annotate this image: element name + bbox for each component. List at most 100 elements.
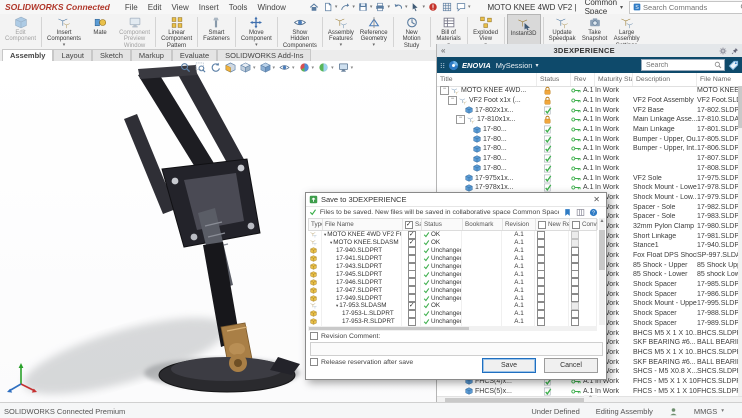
dialog-column-type[interactable]: Type [309,219,323,230]
save-checkbox[interactable] [408,255,416,263]
panel-column-description[interactable]: Description [633,73,697,86]
table-row[interactable]: 17-80...A.1In Work17-808.SLDPRT [437,164,742,174]
table-row[interactable]: 17-941.SLDPRTUnchangedA.1 [308,255,597,263]
ribbon-button-edit-component[interactable]: EditComponent [2,14,39,50]
table-row[interactable]: 17-949.SLDPRTUnchangedA.1 [308,294,597,302]
section-view-icon[interactable] [225,62,236,73]
ribbon-button-component-preview-window[interactable]: ComponentPreviewWindow [116,14,153,50]
edit-appearance-icon[interactable] [299,62,310,73]
tab-evaluate[interactable]: Evaluate [172,49,217,61]
table-row[interactable]: 17-953-L.SLDPRTUnchangedA.1 [308,310,597,318]
save-checkbox[interactable] [408,278,416,286]
new-revision-checkbox[interactable] [537,255,545,263]
pin-icon[interactable] [731,47,739,55]
tree-collapse-icon[interactable]: − [440,86,449,95]
save-checkbox[interactable] [408,318,416,326]
new-document-icon[interactable] [323,2,333,12]
column-checkbox[interactable] [538,221,546,229]
table-row[interactable]: 17-975x1x...A.1In WorkVF2 Sole17-975.SLD… [437,173,742,183]
view-orientation-caret-icon[interactable]: ▾ [253,65,256,71]
new-revision-checkbox[interactable] [537,302,545,310]
select-cursor-caret-icon[interactable]: ▾ [422,4,425,10]
apply-scene-icon[interactable] [318,62,329,73]
save-button[interactable]: Save [482,358,536,373]
zoom-fit-icon[interactable] [180,62,191,73]
dialog-column-save[interactable]: Save [403,219,422,230]
tab-assembly[interactable]: Assembly [2,49,53,61]
table-row[interactable]: 17-80...A.1In Work17-807.SLDPRT [437,154,742,164]
menu-tools[interactable]: Tools [224,3,253,12]
ribbon-button-show-hidden-components[interactable]: ShowHiddenComponents [280,14,320,50]
ribbon-button-reference-geometry[interactable]: ReferenceGeometry▾ [357,14,391,50]
home-icon[interactable] [309,2,319,12]
table-row[interactable]: polygon points="6,1 11,3.3 11,8.7 6,11 1… [308,239,597,247]
menu-edit[interactable]: Edit [143,3,167,12]
units-selector[interactable]: MMGS [694,407,717,416]
view-orientation-icon[interactable] [240,62,251,73]
tree-expanded-caret-icon[interactable]: ▾ [336,303,338,309]
dialog-close-icon[interactable]: ✕ [587,195,606,204]
dialog-column-bookmark[interactable]: Bookmark [463,219,503,230]
menu-insert[interactable]: Insert [194,3,224,12]
previous-view-icon[interactable] [210,62,221,73]
table-row[interactable]: 17-802x1x...A.1In WorkVF2 Base17-802.SLD… [437,105,742,115]
convert-checkbox[interactable] [571,278,579,286]
panel-column-file-name[interactable]: File Name [697,73,742,86]
dialog-column-revision[interactable]: Revision [503,219,536,230]
dialog-horizontal-scrollbar[interactable] [308,326,597,331]
dialog-vertical-scrollbar[interactable]: ▲ [599,218,605,325]
save-caret-icon[interactable]: ▾ [370,4,373,10]
tree-collapse-icon[interactable]: − [448,96,457,105]
panel-collapse-icon[interactable]: « [437,46,449,55]
save-checkbox[interactable] [408,231,416,239]
tag-icon[interactable] [728,60,739,71]
table-row[interactable]: 17-943.SLDPRTUnchangedA.1 [308,263,597,271]
panel-search-input[interactable] [644,61,714,70]
dropdown-caret-icon[interactable]: ▾ [255,43,258,48]
session-caret-icon[interactable]: ▾ [535,62,538,69]
panel-vertical-scrollbar[interactable] [738,86,742,396]
release-reservation-checkbox[interactable] [310,358,318,366]
chat-icon[interactable] [456,2,466,12]
convert-checkbox[interactable] [571,318,579,326]
new-revision-checkbox[interactable] [537,310,545,318]
revision-comment-textarea[interactable] [310,342,603,356]
display-style-caret-icon[interactable]: ▾ [273,65,276,71]
units-caret-icon[interactable]: ▾ [721,408,724,414]
new-revision-checkbox[interactable] [537,270,545,278]
panel-bottom-collapse-icon[interactable]: ⌃ [584,395,597,402]
save-checkbox[interactable] [408,302,416,310]
new-document-caret-icon[interactable]: ▾ [335,4,338,10]
dropdown-caret-icon[interactable]: ▾ [340,43,343,48]
command-search-input[interactable] [641,2,739,13]
hide-show-items-icon[interactable] [279,62,290,73]
ribbon-button-insert-components[interactable]: polygon points="6,1 11,3.3 11,8.7 6,11 1… [44,14,84,50]
session-selector[interactable]: MySession [496,61,533,70]
dialog-column-convert[interactable]: Convert [570,219,598,230]
table-row[interactable]: polygon points="6,1 11,3.3 11,8.7 6,11 1… [308,231,597,239]
dropdown-caret-icon[interactable]: ▾ [372,43,375,48]
new-revision-checkbox[interactable] [537,286,545,294]
undo-icon[interactable] [393,2,403,12]
table-row[interactable]: −polygon points="6,1 11,3.3 11,8.7 6,11 … [437,96,742,106]
menu-view[interactable]: View [167,3,194,12]
save-icon[interactable] [358,2,368,12]
display-style-icon[interactable] [260,62,271,73]
panel-column-title[interactable]: Title [437,73,537,86]
tree-collapse-icon[interactable]: − [456,115,465,124]
tab-solidworks-add-ins[interactable]: SOLIDWORKS Add-Ins [217,49,311,61]
new-revision-checkbox[interactable] [537,247,545,255]
table-row[interactable]: 17-947.SLDPRTUnchangedA.1 [308,286,597,294]
alert-icon[interactable] [428,2,438,12]
bookmark-icon[interactable] [563,208,572,217]
menu-window[interactable]: Window [252,3,290,12]
undo-caret-icon[interactable]: ▾ [405,4,408,10]
app-menu-dots-icon[interactable] [440,61,445,70]
revision-comment-checkbox[interactable] [310,332,318,340]
chat-caret-icon[interactable]: ▾ [468,4,471,10]
new-revision-checkbox[interactable] [537,318,545,326]
table-row[interactable]: 17-953-R.SLDPRTUnchangedA.1 [308,318,597,326]
ribbon-button-mate[interactable]: Mate [84,14,116,50]
panel-column-rev[interactable]: Rev [571,73,595,86]
convert-checkbox[interactable] [571,263,579,271]
